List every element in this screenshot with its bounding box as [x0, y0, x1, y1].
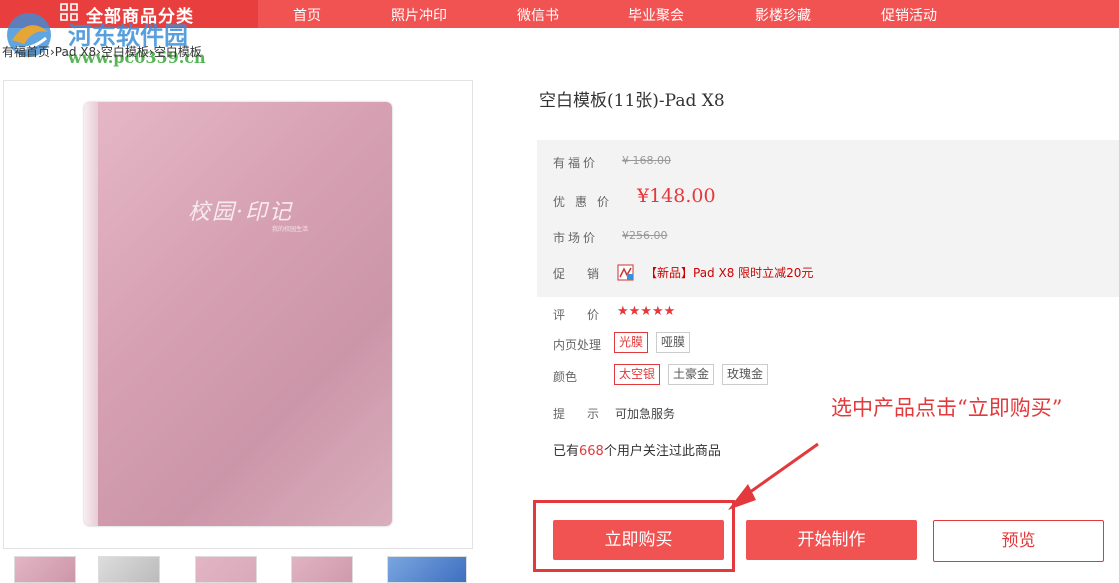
promo-tag-icon	[617, 264, 634, 281]
product-image[interactable]: 校园·印记 我的校园生活	[84, 102, 392, 526]
nav-item-graduation[interactable]: 毕业聚会	[628, 5, 684, 25]
youfu-price-label: 有福价	[553, 156, 599, 170]
color-label: 颜色	[553, 370, 578, 384]
nav-item-studio[interactable]: 影楼珍藏	[755, 5, 811, 25]
option-gold[interactable]: 土豪金	[668, 364, 715, 385]
follow-prefix: 已有	[553, 444, 580, 459]
thumbnail[interactable]	[195, 556, 257, 583]
option-matte-film[interactable]: 哑膜	[656, 332, 691, 353]
market-price-label: 市场价	[553, 231, 599, 245]
discount-price: ¥148.00	[637, 185, 716, 207]
breadcrumb[interactable]: 有福首页›Pad X8›空白模板›空白模板	[2, 43, 202, 60]
option-rose-gold[interactable]: 玫瑰金	[722, 364, 769, 385]
nav-item-promotion[interactable]: 促销活动	[881, 5, 937, 25]
inner-page-label: 内页处理	[553, 338, 602, 352]
youfu-price: ¥ 168.00	[622, 154, 671, 167]
buy-now-button[interactable]: 立即购买	[553, 520, 724, 560]
option-space-silver[interactable]: 太空银	[614, 364, 661, 385]
album-spine	[84, 102, 98, 526]
preview-button[interactable]: 预览	[933, 520, 1104, 562]
rating-stars: ★★★★★	[617, 304, 676, 319]
annotation-text: 选中产品点击“立即购买”	[831, 396, 1063, 420]
thumbnail[interactable]	[98, 556, 160, 583]
market-price: ¥256.00	[622, 229, 668, 242]
thumbnail[interactable]	[291, 556, 353, 583]
thumbnail[interactable]	[387, 556, 467, 583]
album-cover-text: 校园·印记	[188, 200, 293, 225]
tip-text: 可加急服务	[615, 407, 676, 421]
product-title: 空白模板(11张)-Pad X8	[539, 91, 725, 111]
album-cover-subtext: 我的校园生活	[272, 226, 309, 233]
discount-price-label: 优惠价	[553, 195, 620, 209]
promo-label: 促销	[553, 267, 622, 281]
promo-text[interactable]: 【新品】Pad X8 限时立减20元	[645, 264, 813, 281]
rating-label: 评价	[553, 308, 622, 322]
nav-item-home[interactable]: 首页	[293, 5, 321, 25]
nav-item-photo-print[interactable]: 照片冲印	[391, 5, 447, 25]
nav-item-wechat-book[interactable]: 微信书	[517, 5, 559, 25]
tip-label: 提示	[553, 407, 622, 421]
follow-count: 668	[579, 444, 604, 459]
start-making-button[interactable]: 开始制作	[746, 520, 917, 560]
thumbnail[interactable]	[14, 556, 76, 583]
follow-count-text: 已有668个用户关注过此商品	[553, 440, 721, 459]
option-gloss-film[interactable]: 光膜	[614, 332, 649, 353]
